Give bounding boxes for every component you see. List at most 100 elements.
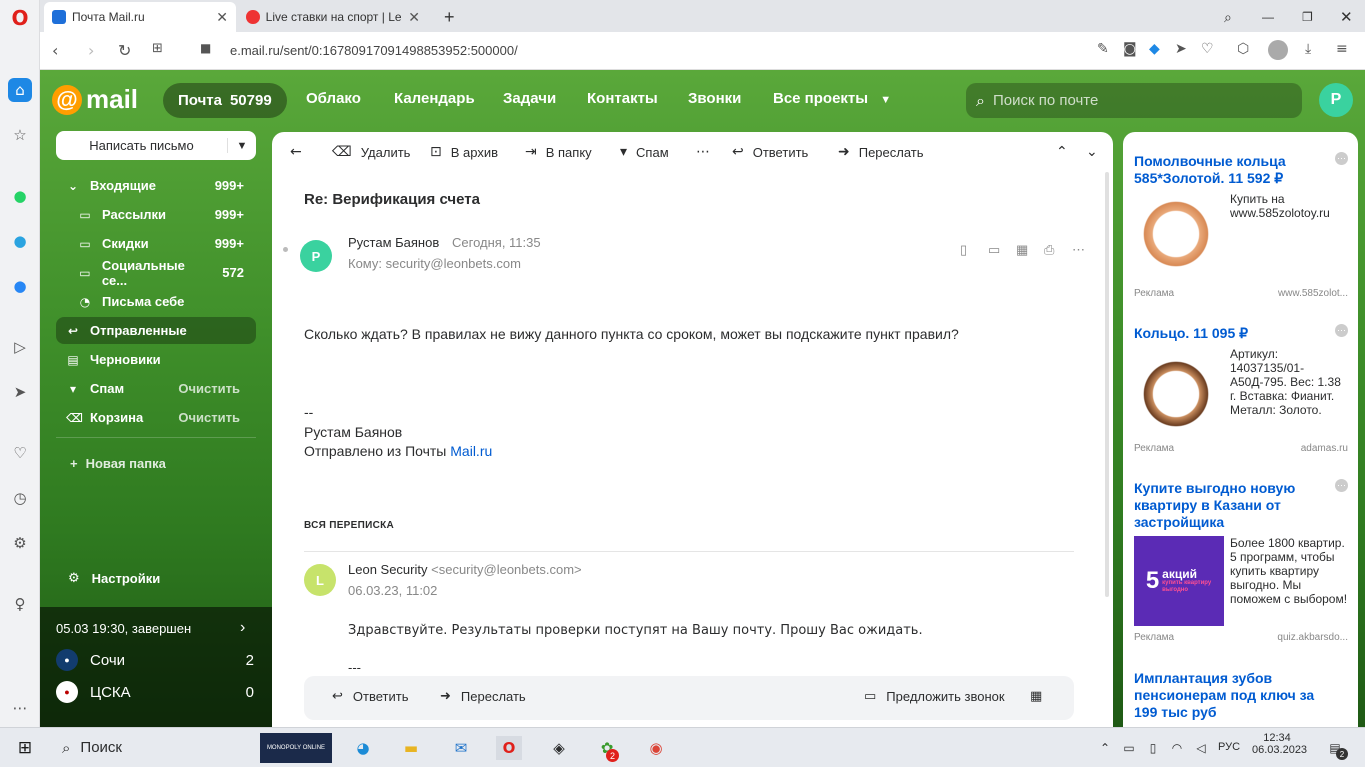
vk-icon[interactable]: ●: [8, 274, 32, 298]
edge-icon[interactable]: ◕: [350, 736, 376, 760]
read-marker[interactable]: [283, 247, 288, 252]
reply-button[interactable]: ↩ Ответить: [732, 144, 808, 160]
sender-name[interactable]: Рустам Баянов: [348, 235, 439, 250]
chevron-up-icon[interactable]: ⌃: [1092, 736, 1118, 760]
user-avatar[interactable]: Р: [1319, 83, 1353, 117]
close-icon[interactable]: ✕: [408, 9, 420, 26]
ad-domain[interactable]: adamas.ru: [1301, 443, 1348, 454]
thread-sender[interactable]: Leon Security <security@leonbets.com>: [348, 562, 582, 577]
folder-inbox[interactable]: ⌄ Входящие 999+: [56, 172, 256, 199]
nav-calendar[interactable]: Календарь: [394, 90, 475, 107]
delete-button[interactable]: ⌫ Удалить: [332, 144, 410, 160]
scrollbar[interactable]: [1105, 172, 1109, 597]
ad-banner-image[interactable]: 5 акций купить квартиру выгодно: [1134, 536, 1224, 626]
ad-menu-icon[interactable]: ⋯: [1335, 152, 1348, 165]
new-folder-button[interactable]: + Новая папка: [70, 456, 166, 471]
clear-trash-button[interactable]: Очистить: [178, 410, 256, 425]
match-widget[interactable]: 05.03 19:30, завершен › ● Сочи 2 ● ЦСКА …: [40, 607, 272, 727]
telegram-icon[interactable]: ●: [8, 229, 32, 253]
ad-title[interactable]: Кольцо. 11 095 ₽: [1134, 325, 1334, 342]
suggest-call-button[interactable]: ▭ Предложить звонок: [864, 689, 1005, 704]
file-explorer-icon[interactable]: ▬: [398, 736, 424, 760]
compose-button[interactable]: Написать письмо ▼: [56, 131, 256, 160]
speed-dial-icon[interactable]: ☆: [8, 123, 32, 147]
history-icon[interactable]: ◷: [8, 486, 32, 510]
nav-tasks[interactable]: Задачи: [503, 90, 556, 107]
search-tabs-icon[interactable]: ⌕: [1216, 2, 1240, 32]
settings-link[interactable]: ⚙ Настройки: [68, 571, 160, 586]
monopoly-app[interactable]: MONOPOLY ONLINE: [260, 733, 332, 763]
mailru-link[interactable]: Mail.ru: [450, 443, 492, 459]
close-icon[interactable]: ✕: [216, 9, 228, 26]
opera-logo-icon[interactable]: O: [8, 6, 32, 30]
folder-to-self[interactable]: ◔ Письма себе: [68, 288, 256, 315]
nav-cloud[interactable]: Облако: [306, 90, 361, 107]
clear-spam-button[interactable]: Очистить: [178, 381, 256, 396]
home-icon[interactable]: ⌂: [8, 78, 32, 102]
mail-icon[interactable]: ✉: [448, 736, 474, 760]
more-actions-button[interactable]: ⋯: [696, 144, 710, 160]
window-close-icon[interactable]: ✕: [1332, 2, 1361, 32]
shield-icon[interactable]: ◆: [1149, 41, 1160, 57]
clock[interactable]: 12:34 06.03.2023: [1252, 732, 1307, 756]
calendar-icon[interactable]: ▦: [1016, 242, 1028, 258]
maximize-icon[interactable]: ❐: [1294, 2, 1321, 32]
folder-discounts[interactable]: ▭ Скидки 999+: [68, 230, 256, 257]
heart-icon[interactable]: ♡: [1201, 41, 1214, 57]
opera-icon[interactable]: O: [496, 736, 522, 760]
more-icon[interactable]: ⋯: [1072, 242, 1085, 258]
forward-icon[interactable]: ›: [88, 41, 94, 60]
folder-sent[interactable]: ↩ Отправленные: [56, 317, 256, 344]
send-icon[interactable]: ➤: [8, 380, 32, 404]
ad-title[interactable]: Купите выгодно новую квартиру в Казани о…: [1134, 480, 1334, 531]
next-message-button[interactable]: ⌄: [1086, 144, 1098, 160]
quick-forward-button[interactable]: ➜ Переслать: [440, 689, 526, 704]
spam-button[interactable]: ▾ Спам: [620, 144, 669, 160]
edit-icon[interactable]: ✎: [1097, 41, 1109, 57]
ad-domain[interactable]: www.585zolot...: [1278, 288, 1348, 299]
search-box[interactable]: ⌕: [966, 83, 1302, 118]
lightbulb-icon[interactable]: ♀: [8, 592, 32, 616]
ring-image[interactable]: [1136, 194, 1216, 274]
share-icon[interactable]: ➤: [1175, 41, 1187, 57]
nav-calls[interactable]: Звонки: [688, 90, 741, 107]
quick-reply-button[interactable]: ↩ Ответить: [332, 689, 408, 704]
mail-logo[interactable]: @ mail: [52, 84, 138, 115]
calendar-button[interactable]: ▦: [1030, 689, 1042, 704]
reload-icon[interactable]: ↻: [118, 41, 131, 60]
device-icon[interactable]: ▯: [1140, 736, 1166, 760]
archive-button[interactable]: ⊡ В архив: [430, 144, 498, 160]
ad-title[interactable]: Помолвочные кольца 585*Золотой. 11 592 ₽: [1134, 153, 1334, 187]
bookmark-icon[interactable]: ▯: [960, 242, 967, 258]
settings-icon[interactable]: ⚙: [8, 531, 32, 555]
whatsapp-icon[interactable]: ●: [8, 184, 32, 208]
download-icon[interactable]: ⤓: [1305, 41, 1311, 57]
wifi-icon[interactable]: ◠: [1164, 736, 1190, 760]
back-icon[interactable]: ‹: [52, 41, 58, 60]
print-icon[interactable]: ⎙: [1044, 242, 1054, 258]
ring-image[interactable]: [1136, 354, 1216, 434]
folder-social[interactable]: ▭ Социальные се... 572: [68, 258, 256, 288]
folder-spam[interactable]: ▾ Спам Очистить: [56, 375, 256, 402]
chevron-down-icon[interactable]: ▼: [228, 140, 256, 152]
player-icon[interactable]: ▷: [8, 335, 32, 359]
ad-title[interactable]: Имплантация зубов пенсионерам под ключ з…: [1134, 670, 1334, 721]
menu-icon[interactable]: ≡: [1336, 41, 1348, 57]
tabs-grid-icon[interactable]: ⊞: [152, 41, 163, 56]
video-call-icon[interactable]: ▭: [988, 242, 1000, 258]
heart-icon[interactable]: ♡: [8, 441, 32, 465]
forward-button[interactable]: ➜ Переслать: [838, 144, 924, 160]
nav-mail[interactable]: Почта 50799: [163, 83, 287, 118]
nav-all-projects[interactable]: Все проекты ▼: [773, 90, 891, 107]
box-icon[interactable]: ⬡: [1237, 41, 1249, 57]
tab-leon[interactable]: Live ставки на спорт | Leo ✕: [238, 2, 428, 32]
back-button[interactable]: ←: [290, 144, 302, 160]
camera-icon[interactable]: ◙: [1123, 41, 1137, 57]
minimize-icon[interactable]: —: [1254, 2, 1282, 32]
tab-mail[interactable]: Почта Mail.ru ✕: [44, 2, 236, 32]
chrome-icon[interactable]: ◉: [643, 736, 669, 760]
dropbox-icon[interactable]: ◈: [546, 736, 572, 760]
language-indicator[interactable]: РУС: [1218, 741, 1240, 753]
windows-start-icon[interactable]: ⊞: [12, 736, 38, 760]
taskbar-search[interactable]: ⌕ Поиск: [62, 739, 122, 757]
